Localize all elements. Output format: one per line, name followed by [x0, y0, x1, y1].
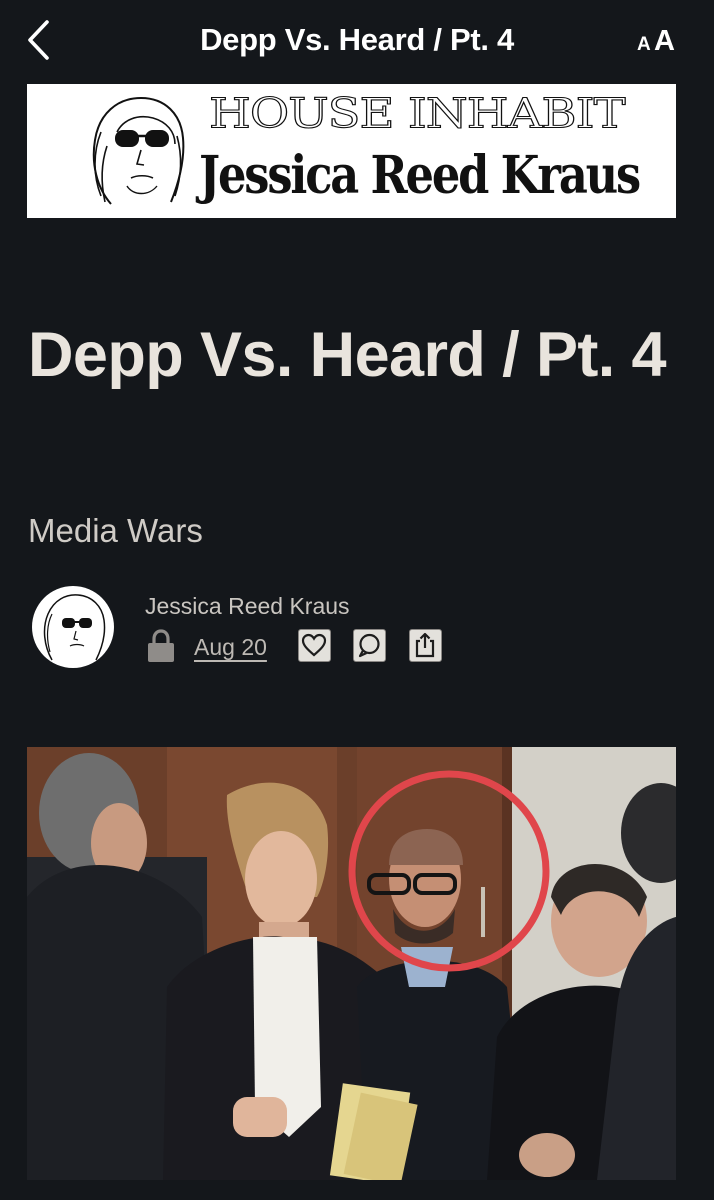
comment-icon: [358, 633, 380, 658]
banner-title-line: HOUSE INHABIT: [208, 89, 626, 138]
heart-icon: [301, 633, 327, 657]
sunglasses-portrait-icon: [43, 594, 106, 661]
back-button[interactable]: [22, 16, 58, 64]
share-button[interactable]: [409, 629, 442, 662]
comment-button[interactable]: [353, 629, 386, 662]
like-button[interactable]: [298, 629, 331, 662]
banner-author-line: Jessica Reed Kraus: [199, 145, 641, 206]
sunglasses-portrait-icon: [92, 96, 185, 205]
top-nav-bar: Depp Vs. Heard / Pt. 4 A A: [0, 0, 714, 84]
author-avatar[interactable]: [32, 586, 114, 668]
chevron-left-icon: [28, 20, 49, 60]
svg-text:A: A: [654, 25, 675, 57]
svg-text:A: A: [637, 34, 651, 55]
article-title: Depp Vs. Heard / Pt. 4: [28, 320, 667, 390]
article-subtitle: Media Wars: [28, 512, 203, 549]
share-icon: [415, 632, 435, 658]
publish-date[interactable]: Aug 20: [194, 634, 267, 661]
featured-photo[interactable]: [27, 747, 676, 1180]
nav-title: Depp Vs. Heard / Pt. 4: [200, 22, 514, 57]
text-size-icon: A A: [637, 25, 675, 57]
author-name[interactable]: Jessica Reed Kraus: [145, 593, 350, 620]
text-size-button[interactable]: A A: [634, 18, 690, 58]
publication-banner[interactable]: HOUSE INHABIT Jessica Reed Kraus: [27, 84, 676, 218]
lock-icon: [148, 629, 174, 662]
